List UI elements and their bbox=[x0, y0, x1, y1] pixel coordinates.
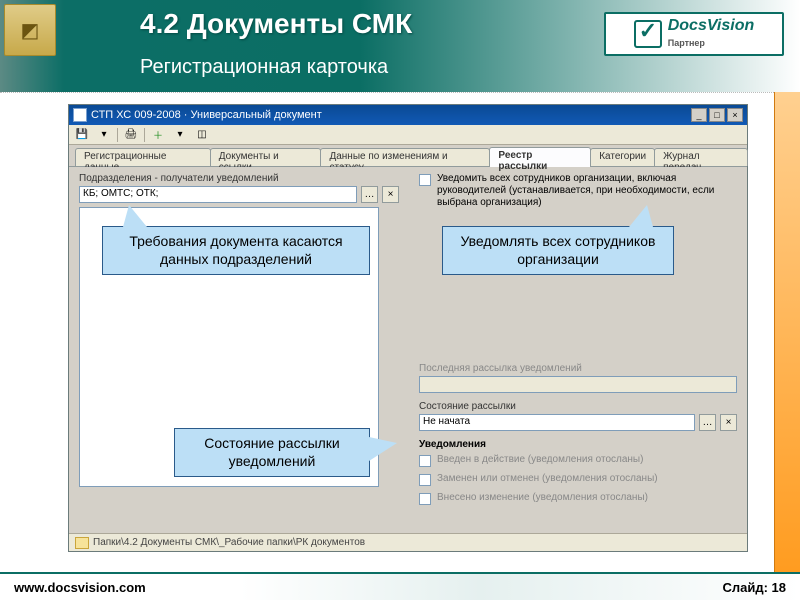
save-icon[interactable]: 💾 bbox=[73, 127, 91, 143]
close-button[interactable]: × bbox=[727, 108, 743, 122]
docsvision-check-icon bbox=[634, 20, 662, 48]
footer-url: www.docsvision.com bbox=[14, 580, 146, 595]
notify-all-label: Уведомить всех сотрудников организации, … bbox=[437, 173, 737, 209]
notice2-checkbox[interactable] bbox=[419, 474, 431, 486]
window-title: СТП ХС 009-2008 · Универсальный документ bbox=[91, 109, 322, 121]
notices-header: Уведомления bbox=[419, 439, 737, 450]
status-field[interactable]: Не начата bbox=[419, 414, 695, 431]
folder-icon bbox=[75, 537, 89, 549]
recipients-field[interactable]: КБ; ОМТС; ОТК; bbox=[79, 186, 357, 203]
toolbar: 💾 ▾ 🖨 ＋ ▾ ◫ bbox=[69, 125, 747, 145]
maximize-button[interactable]: □ bbox=[709, 108, 725, 122]
status-browse-button[interactable]: … bbox=[699, 414, 716, 431]
brand-sub: Партнер bbox=[668, 38, 705, 48]
slide-header: ◩ 4.2 Документы СМК Регистрационная карт… bbox=[0, 0, 800, 92]
status-clear-button[interactable]: × bbox=[720, 414, 737, 431]
app-window: СТП ХС 009-2008 · Универсальный документ… bbox=[68, 104, 748, 552]
last-send-label: Последняя рассылка уведомлений bbox=[419, 363, 737, 374]
notice3-label: Внесено изменение (уведомления отосланы) bbox=[437, 492, 648, 503]
brand-name: DocsVision bbox=[668, 17, 755, 34]
notice1-label: Введен в действие (уведомления отосланы) bbox=[437, 454, 643, 465]
side-orange-strip bbox=[774, 92, 800, 572]
status-bar: Папки\4.2 Документы СМК\_Рабочие папки\Р… bbox=[69, 533, 747, 551]
status-label: Состояние рассылки bbox=[419, 401, 737, 412]
divider bbox=[0, 92, 800, 93]
doc-icon bbox=[73, 108, 87, 122]
recipients-label: Подразделения - получатели уведомлений bbox=[79, 173, 399, 184]
tab-categories[interactable]: Категории bbox=[590, 148, 655, 166]
slide-number: Слайд: 18 bbox=[722, 580, 786, 595]
notify-all-checkbox[interactable] bbox=[419, 174, 431, 186]
slide-title: 4.2 Документы СМК bbox=[140, 8, 412, 40]
recipients-clear-button[interactable]: × bbox=[382, 186, 399, 203]
callout-status: Состояние рассылки уведомлений bbox=[174, 428, 370, 477]
slide-footer: www.docsvision.com Слайд: 18 bbox=[0, 572, 800, 600]
notice2-label: Заменен или отменен (уведомления отослан… bbox=[437, 473, 658, 484]
print-icon[interactable]: 🖨 bbox=[122, 127, 140, 143]
tab-distribution[interactable]: Реестр рассылки bbox=[489, 147, 591, 167]
tab-strip: Регистрационные данные Документы и ссылк… bbox=[69, 145, 747, 167]
dialog-icon[interactable]: ◫ bbox=[193, 127, 211, 143]
last-send-field bbox=[419, 376, 737, 393]
dropdown2-icon[interactable]: ▾ bbox=[171, 127, 189, 143]
tab-documents[interactable]: Документы и ссылки bbox=[210, 148, 322, 166]
notice1-checkbox[interactable] bbox=[419, 455, 431, 467]
docsvision-badge: DocsVision Партнер bbox=[604, 12, 784, 56]
callout-recipients: Требования документа касаются данных под… bbox=[102, 226, 370, 275]
new-icon[interactable]: ＋ bbox=[149, 127, 167, 143]
slide-subtitle: Регистрационная карточка bbox=[140, 56, 388, 79]
dropdown-icon[interactable]: ▾ bbox=[95, 127, 113, 143]
notice3-checkbox[interactable] bbox=[419, 493, 431, 505]
tab-registration[interactable]: Регистрационные данные bbox=[75, 148, 211, 166]
partner-logo: ◩ bbox=[4, 4, 56, 56]
window-titlebar: СТП ХС 009-2008 · Универсальный документ… bbox=[69, 105, 747, 125]
folder-path: Папки\4.2 Документы СМК\_Рабочие папки\Р… bbox=[93, 537, 365, 548]
minimize-button[interactable]: _ bbox=[691, 108, 707, 122]
callout-notify-all: Уведомлять всех сотрудников организации bbox=[442, 226, 674, 275]
tab-transfer-log[interactable]: Журнал передач bbox=[654, 148, 748, 166]
recipients-browse-button[interactable]: … bbox=[361, 186, 378, 203]
tab-changes[interactable]: Данные по изменениям и статусу bbox=[320, 148, 490, 166]
